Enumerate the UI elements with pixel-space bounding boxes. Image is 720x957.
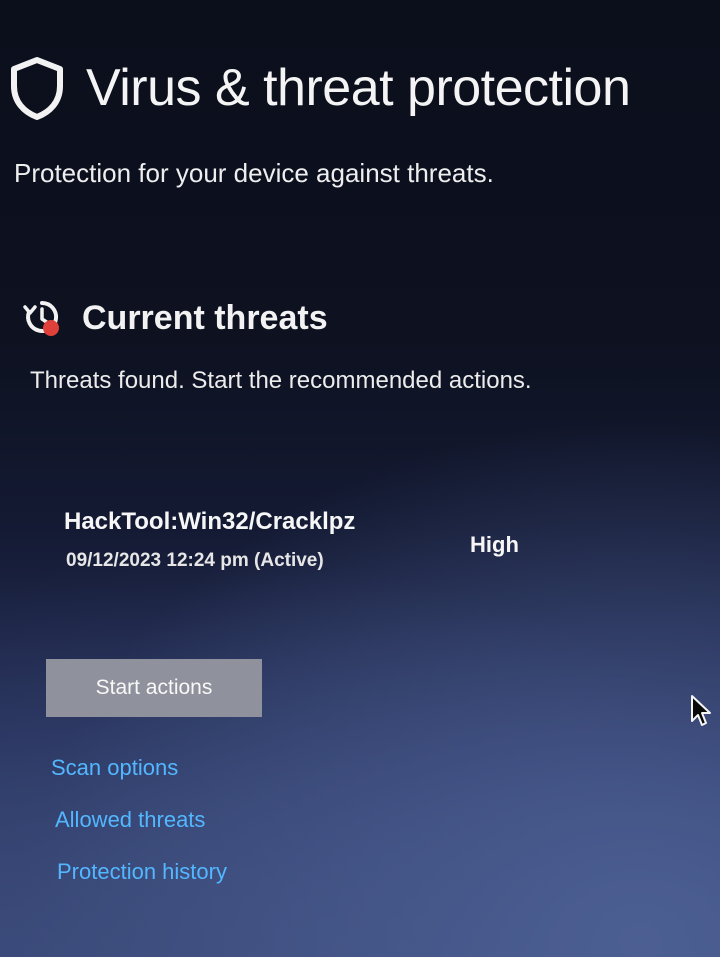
mouse-cursor-icon <box>691 695 711 726</box>
threat-row[interactable]: HackTool:Win32/Cracklpz 09/12/2023 12:24… <box>64 508 624 588</box>
protection-history-link[interactable]: Protection history <box>57 859 227 885</box>
current-threats-title: Current threats <box>82 298 328 337</box>
scan-options-link[interactable]: Scan options <box>51 755 178 781</box>
page-header: Virus & threat protection <box>8 56 631 120</box>
current-threats-header: Current threats <box>22 298 328 338</box>
shield-icon <box>11 57 63 120</box>
current-threats-description: Threats found. Start the recommended act… <box>30 367 532 394</box>
threat-date: 09/12/2023 12:24 pm (Active) <box>66 550 324 571</box>
threat-severity: High <box>470 532 519 557</box>
threat-alert-icon <box>23 300 59 336</box>
allowed-threats-link[interactable]: Allowed threats <box>55 807 205 833</box>
page-subtitle: Protection for your device against threa… <box>14 158 494 188</box>
start-actions-button[interactable]: Start actions <box>46 659 262 717</box>
page-title: Virus & threat protection <box>86 59 631 117</box>
threat-name: HackTool:Win32/Cracklpz <box>64 508 356 535</box>
